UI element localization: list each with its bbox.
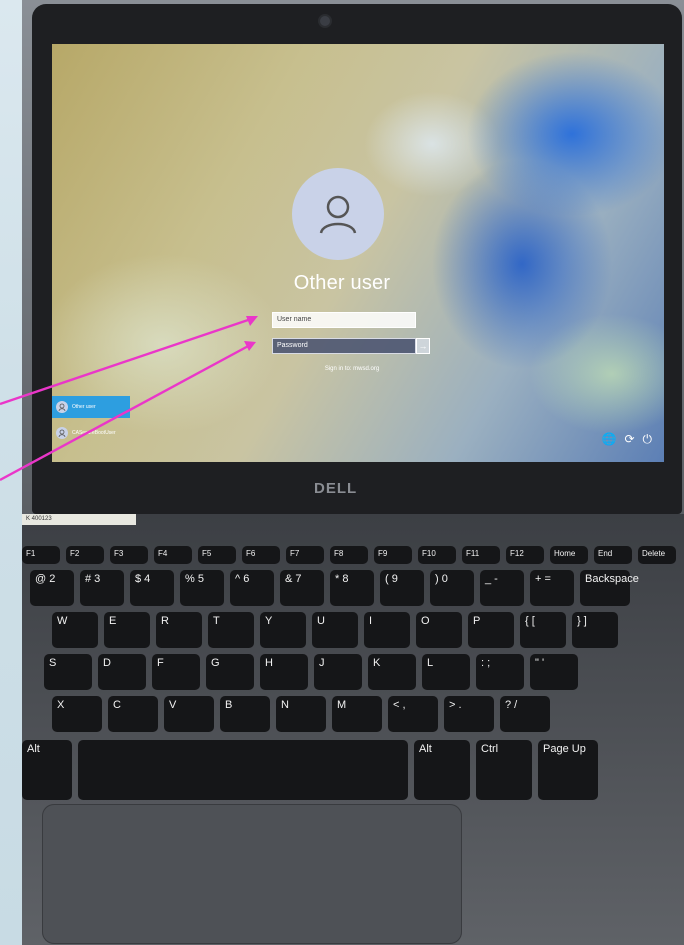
- arrow-to-username-field: [0, 316, 255, 406]
- annotation-arrows: [0, 316, 258, 482]
- arrow-to-password-field: [0, 342, 253, 482]
